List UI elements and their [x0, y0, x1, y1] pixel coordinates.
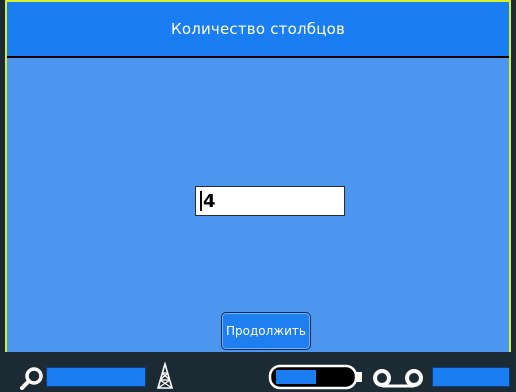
continue-button[interactable]: Продолжить — [221, 312, 311, 350]
status-bar — [0, 352, 516, 392]
dialog-title: Количество столбцов — [170, 20, 346, 38]
search-icon — [20, 367, 43, 390]
tower-icon — [156, 362, 174, 389]
battery-icon — [268, 364, 362, 390]
indicator-bar-left — [46, 367, 146, 387]
tape-reel-icon — [373, 369, 423, 388]
continue-button-label: Продолжить — [226, 324, 306, 338]
indicator-bar-right — [432, 367, 510, 387]
columns-count-input[interactable]: 4 — [195, 186, 345, 216]
dialog-frame: Количество столбцов 4 Продолжить — [5, 0, 511, 352]
dialog-title-bar: Количество столбцов — [7, 2, 509, 58]
device-screen: Количество столбцов 4 Продолжить — [0, 0, 516, 392]
columns-count-value: 4 — [203, 190, 216, 212]
text-cursor — [200, 191, 202, 211]
